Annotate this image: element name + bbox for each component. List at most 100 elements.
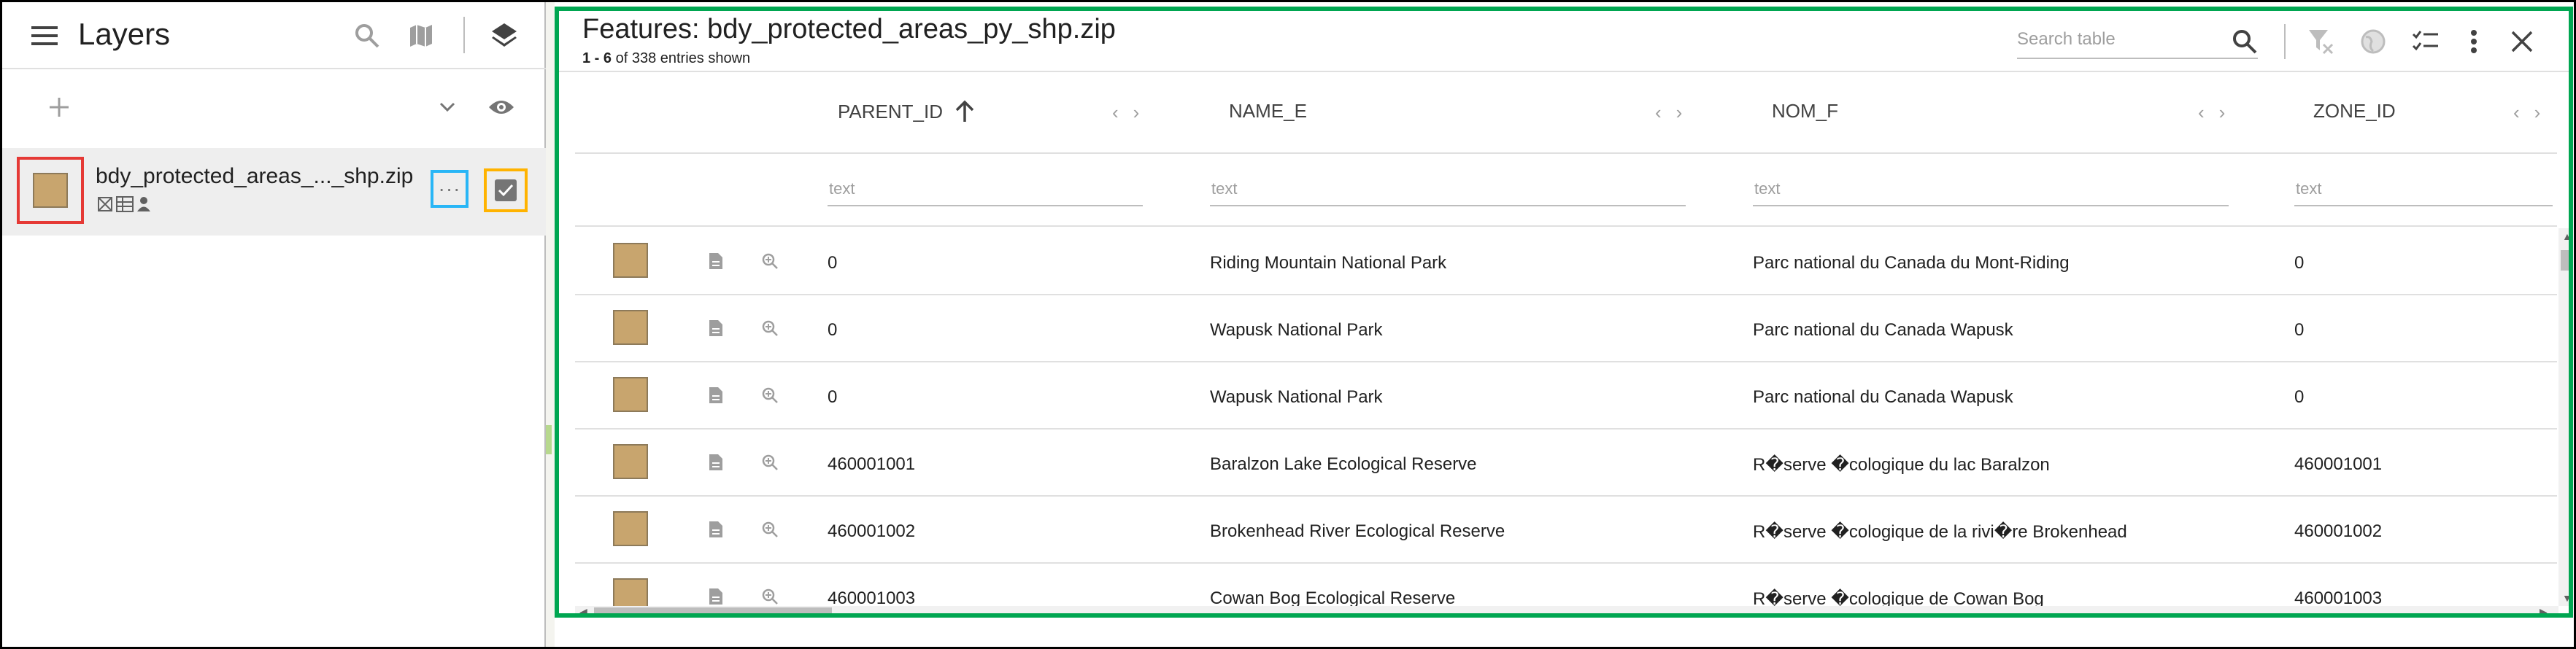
filter-nom-f-input[interactable]: [1753, 173, 2229, 206]
table-row[interactable]: 0 Wapusk National Park Parc national du Ca…: [575, 362, 2557, 430]
zoom-icon[interactable]: [759, 586, 781, 607]
chevron-left-icon[interactable]: ‹: [2513, 101, 2520, 124]
cell-zone-id: 0: [2294, 320, 2305, 340]
globe-icon[interactable]: [2353, 21, 2394, 62]
cell-nom-f: R�serve �cologique de la rivi�re Brokenh…: [1753, 522, 2127, 542]
filter-name-e-input[interactable]: [1210, 173, 1686, 206]
chevron-left-icon[interactable]: ‹: [2198, 101, 2205, 124]
layer-item[interactable]: bdy_protected_areas_..._shp.zip ···: [2, 148, 546, 236]
details-icon[interactable]: [705, 250, 727, 272]
chevron-right-icon[interactable]: ›: [1676, 101, 1683, 124]
cell-nom-f: Parc national du Canada Wapusk: [1753, 387, 2013, 407]
search-icon[interactable]: [351, 20, 383, 52]
chevron-right-icon[interactable]: ›: [2534, 101, 2541, 124]
zoom-icon[interactable]: [759, 451, 781, 473]
map-background[interactable]: [546, 2, 555, 647]
features-table-title: Features: bdy_protected_areas_py_shp.zip: [582, 14, 1116, 44]
checkbox-icon: [495, 179, 517, 201]
zoom-icon[interactable]: [759, 518, 781, 540]
eye-icon[interactable]: [485, 93, 517, 122]
column-move-controls: ‹ ›: [2198, 101, 2225, 124]
cell-parent-id: 460001001: [828, 454, 916, 474]
filter-parent-id-input[interactable]: [828, 173, 1143, 206]
scroll-down-icon[interactable]: ▼: [2562, 593, 2569, 603]
sort-arrow-up-icon[interactable]: [955, 100, 975, 123]
scroll-right-icon[interactable]: ▶: [2540, 607, 2548, 613]
column-label: ZONE_ID: [2313, 100, 2396, 122]
checklist-icon[interactable]: [2405, 21, 2446, 62]
vertical-scrollbar[interactable]: ▲ ▼: [2558, 228, 2569, 606]
entries-range: 1 - 6: [582, 50, 612, 66]
column-label: NOM_F: [1772, 100, 1838, 122]
feature-symbol-swatch: [613, 243, 648, 278]
header-divider: [463, 17, 465, 53]
column-header-parent-id[interactable]: PARENT_ID: [838, 100, 975, 123]
cell-parent-id: 0: [828, 253, 838, 273]
details-icon[interactable]: [705, 451, 727, 473]
kebab-icon[interactable]: [2453, 21, 2494, 62]
cell-name-e: Wapusk National Park: [1210, 387, 1383, 407]
features-table-panel: Features: bdy_protected_areas_py_shp.zip…: [555, 7, 2573, 618]
chevron-left-icon[interactable]: ‹: [1112, 101, 1119, 124]
column-label: NAME_E: [1229, 100, 1307, 122]
search-table-input[interactable]: [2017, 23, 2258, 56]
chevron-down-icon[interactable]: [434, 94, 460, 120]
chevron-left-icon[interactable]: ‹: [1655, 101, 1662, 124]
table-row[interactable]: 460001002 Brokenhead River Ecological Res…: [575, 497, 2557, 564]
add-icon[interactable]: [43, 91, 75, 123]
filter-clear-icon[interactable]: [2300, 21, 2341, 62]
geometry-icon: [98, 197, 112, 211]
column-header-nom-f[interactable]: NOM_F: [1772, 100, 1838, 123]
cell-name-e: Riding Mountain National Park: [1210, 253, 1447, 273]
horizontal-scroll-thumb[interactable]: [594, 607, 832, 613]
table-row[interactable]: 0 Wapusk National Park Parc national du Ca…: [575, 295, 2557, 362]
scroll-left-icon[interactable]: ◀: [579, 607, 587, 613]
feature-symbol-swatch: [613, 444, 648, 479]
filter-zone-id-input[interactable]: [2294, 173, 2553, 206]
layers-icon[interactable]: [487, 18, 522, 53]
details-icon[interactable]: [705, 518, 727, 540]
more-dots-icon: ···: [438, 177, 461, 200]
layer-visibility-checkbox[interactable]: [484, 168, 528, 212]
map-feature: [546, 425, 552, 454]
layer-legend-swatch: [33, 173, 68, 208]
column-header-name-e[interactable]: NAME_E: [1229, 100, 1307, 123]
features-table-header: Features: bdy_protected_areas_py_shp.zip…: [559, 11, 2569, 72]
vertical-scroll-thumb[interactable]: [2561, 250, 2569, 271]
cell-parent-id: 0: [828, 387, 838, 407]
feature-symbol-swatch: [613, 310, 648, 345]
layer-name: bdy_protected_areas_..._shp.zip: [96, 164, 414, 188]
horizontal-scrollbar[interactable]: ◀ ▶: [575, 606, 2558, 613]
zoom-icon[interactable]: [759, 317, 781, 339]
user-icon: [137, 197, 150, 211]
cell-name-e: Brokenhead River Ecological Reserve: [1210, 521, 1505, 541]
feature-symbol-swatch: [613, 377, 648, 412]
layers-title: Layers: [78, 17, 171, 51]
cell-parent-id: 0: [828, 320, 838, 340]
menu-icon[interactable]: [28, 21, 61, 50]
layer-legend-highlight[interactable]: [17, 157, 84, 224]
zoom-icon[interactable]: [759, 384, 781, 406]
cell-name-e: Baralzon Lake Ecological Reserve: [1210, 454, 1477, 474]
details-icon[interactable]: [705, 384, 727, 406]
zoom-icon[interactable]: [759, 250, 781, 272]
table-row[interactable]: 0 Riding Mountain National Park Parc natio…: [575, 228, 2557, 295]
details-icon[interactable]: [705, 317, 727, 339]
column-header-row: PARENT_ID ‹ › NAME_E ‹ › NOM_F ‹ › ZONE_ID: [575, 74, 2557, 154]
chevron-right-icon[interactable]: ›: [1133, 101, 1140, 124]
column-header-zone-id[interactable]: ZONE_ID: [2313, 100, 2396, 123]
column-move-controls: ‹ ›: [1112, 101, 1139, 124]
table-row[interactable]: 460001001 Baralzon Lake Ecological Reserv…: [575, 430, 2557, 497]
chevron-right-icon[interactable]: ›: [2219, 101, 2226, 124]
layer-more-button[interactable]: ···: [431, 170, 468, 208]
scroll-up-icon[interactable]: ▲: [2562, 231, 2569, 241]
search-icon[interactable]: [2224, 21, 2265, 62]
cell-nom-f: R�serve �cologique du lac Baralzon: [1753, 455, 2050, 475]
column-filter-row: [575, 154, 2557, 227]
cell-zone-id: 460001001: [2294, 454, 2383, 474]
toolbar-divider: [2284, 24, 2286, 59]
column-move-controls: ‹ ›: [1655, 101, 1682, 124]
details-icon[interactable]: [705, 586, 727, 607]
close-icon[interactable]: [2502, 21, 2542, 62]
map-icon[interactable]: [405, 20, 437, 52]
